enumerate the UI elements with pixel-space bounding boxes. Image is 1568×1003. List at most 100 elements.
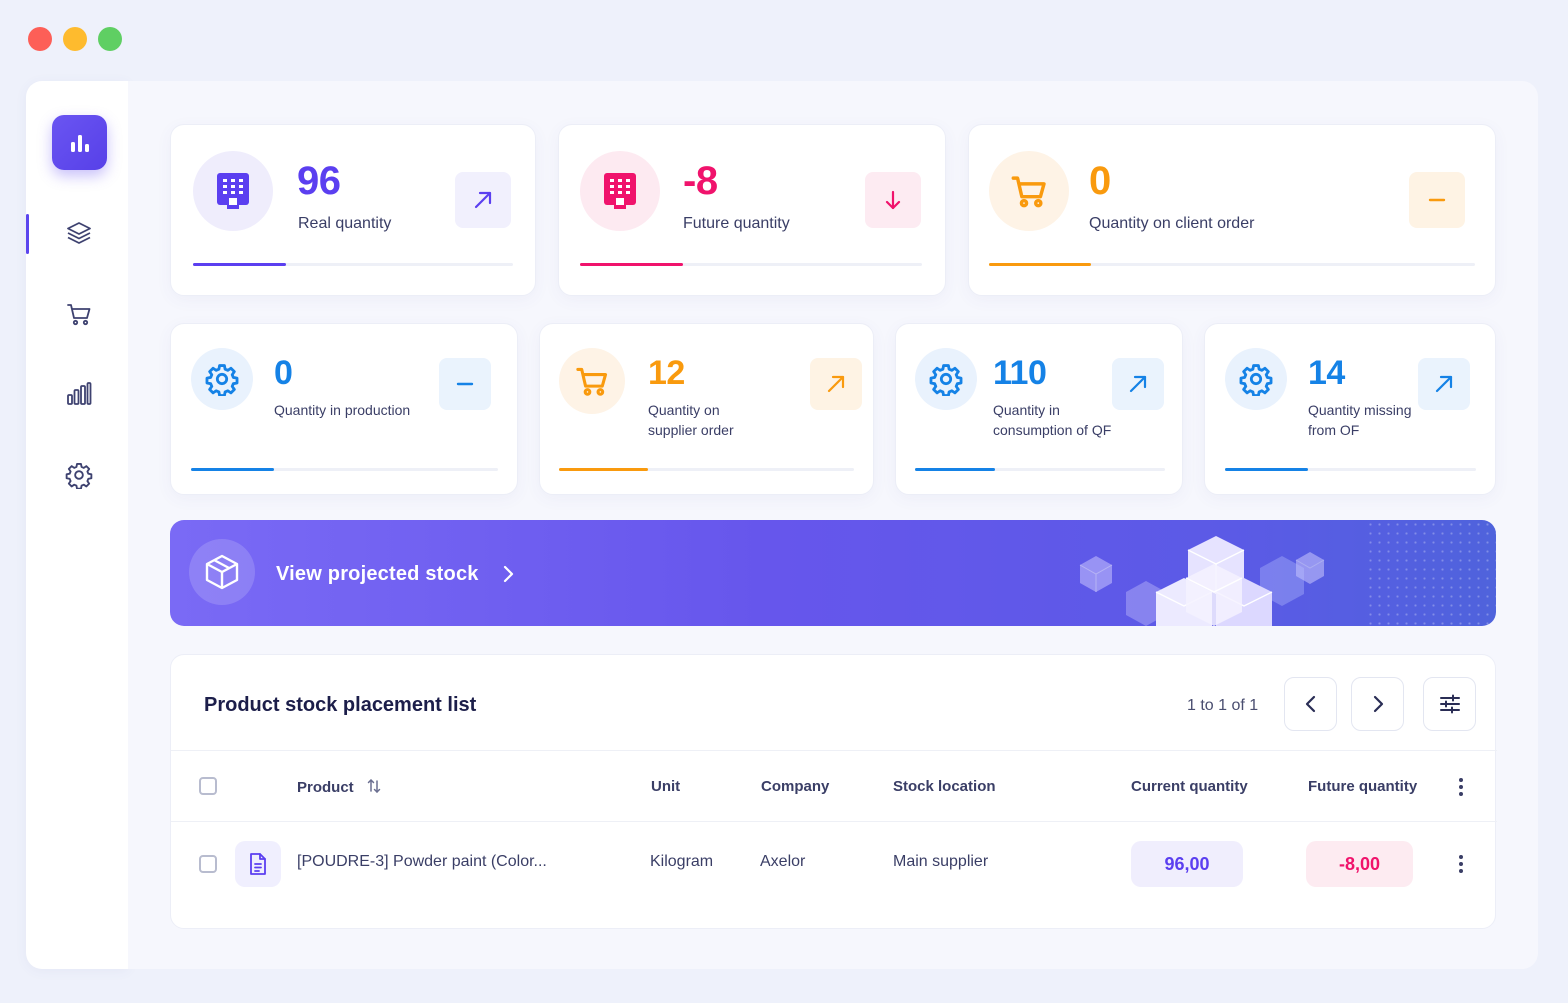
column-header-company[interactable]: Company — [761, 778, 829, 795]
banner-dot-pattern — [1366, 520, 1496, 626]
progress-fill — [580, 263, 683, 266]
arrow-down-icon — [885, 190, 901, 210]
table-title: Product stock placement list — [204, 694, 477, 716]
stat-value: 14 — [1308, 354, 1345, 392]
stat-label: Future quantity — [683, 215, 790, 232]
cart-icon — [576, 367, 608, 396]
cart-icon-circle — [989, 151, 1069, 231]
stat-label-line1: Quantity missing — [1308, 402, 1412, 418]
stat-value: -8 — [683, 159, 718, 203]
stat-label: Quantity on client order — [1089, 215, 1255, 232]
trend-down-button[interactable] — [865, 172, 921, 228]
stat-value: 0 — [274, 354, 293, 392]
close-window-button[interactable] — [28, 27, 52, 51]
stat-card-real-quantity[interactable]: 96 Real quantity — [170, 124, 536, 296]
stat-label-line2: from OF — [1308, 422, 1360, 438]
stat-label: Real quantity — [298, 215, 392, 232]
stat-value: 0 — [1089, 159, 1111, 203]
view-projected-stock-banner[interactable]: View projected stock — [170, 520, 1496, 626]
progress-fill — [193, 263, 286, 266]
column-header-current-quantity[interactable]: Current quantity — [1131, 778, 1248, 795]
progress-track — [915, 468, 1165, 471]
column-header-unit[interactable]: Unit — [651, 778, 680, 795]
trend-up-button[interactable] — [1112, 358, 1164, 410]
cell-unit: Kilogram — [650, 853, 714, 870]
minimize-window-button[interactable] — [63, 27, 87, 51]
stat-card-missing-from-of[interactable]: 14 Quantity missing from OF — [1204, 323, 1496, 495]
stat-card-production[interactable]: 0 Quantity in production — [170, 323, 518, 495]
trend-flat-button[interactable] — [1409, 172, 1465, 228]
header-more-menu-icon[interactable] — [1459, 778, 1463, 796]
select-all-checkbox[interactable] — [199, 777, 217, 795]
stat-label-line1: Quantity in production — [274, 402, 411, 418]
arrow-up-right-icon — [827, 375, 845, 393]
sidebar-item-cart[interactable] — [62, 297, 96, 331]
stat-label-line2: supplier order — [648, 422, 734, 438]
arrow-up-right-icon — [1435, 375, 1453, 393]
cart-icon — [67, 304, 91, 326]
cell-current-quantity: 96,00 — [1131, 841, 1243, 887]
previous-page-button[interactable] — [1284, 677, 1337, 731]
dash-icon — [456, 382, 474, 386]
stat-label-line2: consumption of QF — [993, 422, 1112, 438]
column-header-location[interactable]: Stock location — [893, 778, 996, 795]
cell-product[interactable]: [POUDRE-3] Powder paint (Color... — [297, 853, 547, 871]
sliders-icon — [1439, 694, 1460, 714]
trend-flat-button[interactable] — [439, 358, 491, 410]
progress-track — [559, 468, 854, 471]
trend-up-button[interactable] — [1418, 358, 1470, 410]
trend-up-button[interactable] — [810, 358, 862, 410]
row-more-menu-icon[interactable] — [1459, 855, 1463, 873]
gear-icon — [929, 364, 963, 396]
column-header-future-quantity[interactable]: Future quantity — [1308, 778, 1417, 795]
cubes-illustration — [1079, 536, 1325, 626]
building-icon — [217, 173, 249, 209]
sort-icon[interactable] — [366, 778, 382, 794]
header-divider — [171, 750, 1497, 751]
stat-card-client-order[interactable]: 0 Quantity on client order — [968, 124, 1496, 296]
gear-icon — [65, 462, 93, 489]
chevron-left-icon — [1305, 695, 1315, 713]
cell-future-quantity: -8,00 — [1306, 841, 1413, 887]
arrow-up-right-icon — [1129, 375, 1147, 393]
sidebar-item-layers[interactable] — [62, 216, 96, 250]
chevron-right-icon — [500, 564, 516, 589]
row-checkbox[interactable] — [199, 855, 217, 873]
dashboard-logo-button[interactable] — [52, 115, 107, 170]
stat-value: 110 — [993, 354, 1047, 392]
progress-fill — [915, 468, 995, 471]
stat-card-future-quantity[interactable]: -8 Future quantity — [558, 124, 946, 296]
box-icon — [205, 554, 239, 590]
maximize-window-button[interactable] — [98, 27, 122, 51]
dash-icon — [1428, 198, 1446, 202]
column-header-product[interactable]: Product — [297, 778, 382, 796]
cell-company: Axelor — [760, 853, 806, 870]
document-icon — [235, 841, 281, 887]
building-icon-circle — [580, 151, 660, 231]
stat-card-supplier-order[interactable]: 12 Quantity on supplier order — [539, 323, 874, 495]
column-settings-button[interactable] — [1423, 677, 1476, 731]
pagination-status: 1 to 1 of 1 — [1187, 697, 1259, 714]
progress-fill — [989, 263, 1092, 266]
stock-placement-table: Product stock placement list 1 to 1 of 1… — [170, 654, 1497, 929]
progress-track — [989, 263, 1475, 266]
box-icon-circle — [189, 539, 255, 605]
stat-card-consumption[interactable]: 110 Quantity in consumption of QF — [895, 323, 1183, 495]
stat-value: 12 — [648, 354, 685, 392]
bar-chart-icon — [70, 134, 89, 152]
trend-up-button[interactable] — [455, 172, 511, 228]
progress-fill — [559, 468, 648, 471]
gear-icon — [1239, 364, 1273, 396]
main-content: 96 Real quantity -8 Future quantity 0 Qu… — [128, 81, 1538, 969]
progress-track — [580, 263, 922, 266]
building-icon — [604, 173, 636, 209]
progress-track — [191, 468, 498, 471]
sidebar-active-indicator — [26, 214, 29, 254]
building-icon-circle — [193, 151, 273, 231]
sidebar-item-chart[interactable] — [62, 377, 96, 411]
layers-icon — [67, 222, 91, 244]
progress-fill — [191, 468, 274, 471]
sidebar-item-settings[interactable] — [62, 458, 96, 492]
next-page-button[interactable] — [1351, 677, 1404, 731]
gear-icon — [205, 364, 239, 396]
